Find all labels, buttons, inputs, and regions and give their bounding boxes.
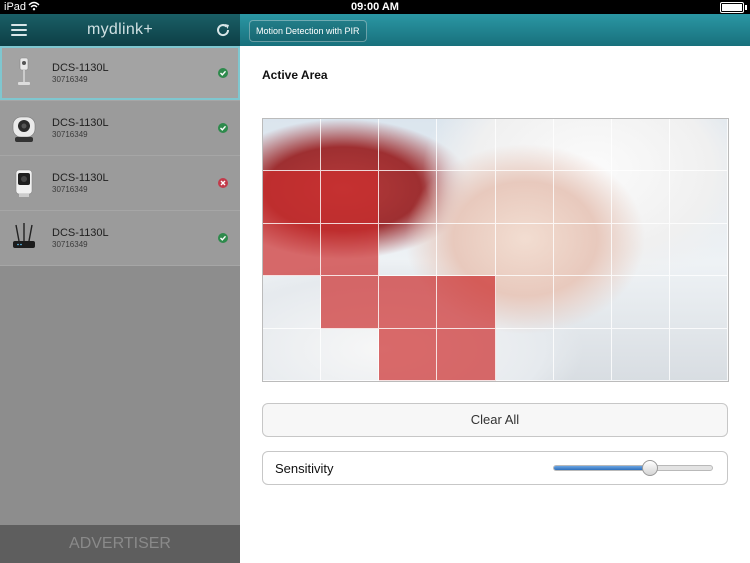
grid-cell[interactable] bbox=[379, 276, 438, 329]
grid-cell[interactable] bbox=[495, 328, 554, 381]
grid-cell[interactable] bbox=[611, 223, 670, 277]
status-bar: iPad 09:00 AM bbox=[0, 0, 750, 14]
camera-small-icon bbox=[10, 54, 38, 92]
sensitivity-label: Sensitivity bbox=[275, 461, 334, 476]
device-serial: 30716349 bbox=[52, 185, 88, 194]
slider-fill bbox=[554, 466, 650, 470]
grid-cell[interactable] bbox=[437, 223, 496, 277]
grid-cell[interactable] bbox=[553, 171, 612, 224]
grid-cell[interactable] bbox=[263, 119, 322, 172]
sidebar-header: mydlink+ bbox=[0, 14, 240, 46]
grid-cell[interactable] bbox=[321, 223, 380, 277]
sidebar: mydlink+ DCS-1130L 30716349 DCS-1130L 30… bbox=[0, 14, 240, 563]
grid-cell[interactable] bbox=[263, 171, 322, 224]
grid-cell[interactable] bbox=[263, 276, 322, 329]
status-ok-icon bbox=[218, 68, 228, 78]
device-item[interactable]: DCS-1130L 30716349 bbox=[0, 101, 240, 156]
device-serial: 30716349 bbox=[52, 130, 88, 139]
clear-all-button[interactable]: Clear All bbox=[262, 403, 728, 437]
sensitivity-slider[interactable] bbox=[553, 460, 713, 476]
grid-cell[interactable] bbox=[437, 328, 496, 381]
grid-cell[interactable] bbox=[379, 328, 438, 381]
grid-cell[interactable] bbox=[263, 223, 322, 277]
app-title: mydlink+ bbox=[87, 21, 153, 38]
grid-cell[interactable] bbox=[379, 171, 438, 224]
device-list: DCS-1130L 30716349 DCS-1130L 30716349 DC… bbox=[0, 46, 240, 266]
battery-icon bbox=[720, 2, 747, 13]
grid-cell[interactable] bbox=[669, 119, 728, 172]
grid-cell[interactable] bbox=[669, 276, 728, 329]
status-error-icon bbox=[218, 178, 228, 188]
grid-cell[interactable] bbox=[379, 119, 438, 172]
panel-header: Motion Detection with PIR bbox=[240, 14, 750, 46]
grid-cell[interactable] bbox=[495, 276, 554, 329]
device-item[interactable]: DCS-1130L 30716349 bbox=[0, 211, 240, 266]
device-name: DCS-1130L bbox=[52, 117, 109, 129]
camera-preview bbox=[262, 118, 729, 382]
grid-cell[interactable] bbox=[321, 171, 380, 224]
grid-cell[interactable] bbox=[437, 276, 496, 329]
grid-cell[interactable] bbox=[669, 171, 728, 224]
grid-cell[interactable] bbox=[553, 119, 612, 172]
advertiser-banner[interactable]: ADVERTISER bbox=[0, 525, 240, 563]
status-ok-icon bbox=[218, 233, 228, 243]
device-serial: 30716349 bbox=[52, 75, 88, 84]
grid-cell[interactable] bbox=[321, 276, 380, 329]
grid-cell[interactable] bbox=[321, 328, 380, 381]
grid-cell[interactable] bbox=[495, 223, 554, 277]
grid-cell[interactable] bbox=[669, 328, 728, 381]
sensitivity-row: Sensitivity bbox=[262, 451, 728, 485]
grid-cell[interactable] bbox=[495, 171, 554, 224]
grid-cell[interactable] bbox=[611, 328, 670, 381]
grid-cell[interactable] bbox=[611, 171, 670, 224]
grid-cell[interactable] bbox=[379, 223, 438, 277]
refresh-icon[interactable] bbox=[215, 22, 231, 38]
clock: 09:00 AM bbox=[351, 1, 399, 13]
device-name: DCS-1130L bbox=[52, 62, 109, 74]
grid-cell[interactable] bbox=[263, 328, 322, 381]
main-panel: Motion Detection with PIR Active Area Cl… bbox=[240, 14, 750, 563]
grid-cell[interactable] bbox=[669, 223, 728, 277]
grid-cell[interactable] bbox=[553, 223, 612, 277]
tab-motion-detection[interactable]: Motion Detection with PIR bbox=[249, 20, 367, 42]
grid-cell[interactable] bbox=[437, 119, 496, 172]
slider-thumb[interactable] bbox=[642, 460, 658, 476]
device-name: DCS-1130L bbox=[52, 227, 109, 239]
device-item[interactable]: DCS-1130L 30716349 bbox=[0, 156, 240, 211]
device-serial: 30716349 bbox=[52, 240, 88, 249]
grid-cell[interactable] bbox=[495, 119, 554, 172]
grid-cell[interactable] bbox=[321, 119, 380, 172]
camera-cube-icon bbox=[10, 164, 38, 202]
camera-pt-icon bbox=[10, 109, 38, 147]
grid-cell[interactable] bbox=[611, 276, 670, 329]
section-title: Active Area bbox=[262, 68, 328, 82]
status-ok-icon bbox=[218, 123, 228, 133]
active-area-grid[interactable] bbox=[263, 119, 728, 381]
grid-cell[interactable] bbox=[437, 171, 496, 224]
grid-cell[interactable] bbox=[553, 276, 612, 329]
grid-cell[interactable] bbox=[611, 119, 670, 172]
router-icon bbox=[10, 219, 38, 257]
grid-cell[interactable] bbox=[553, 328, 612, 381]
device-item[interactable]: DCS-1130L 30716349 bbox=[0, 46, 240, 101]
device-name: DCS-1130L bbox=[52, 172, 109, 184]
